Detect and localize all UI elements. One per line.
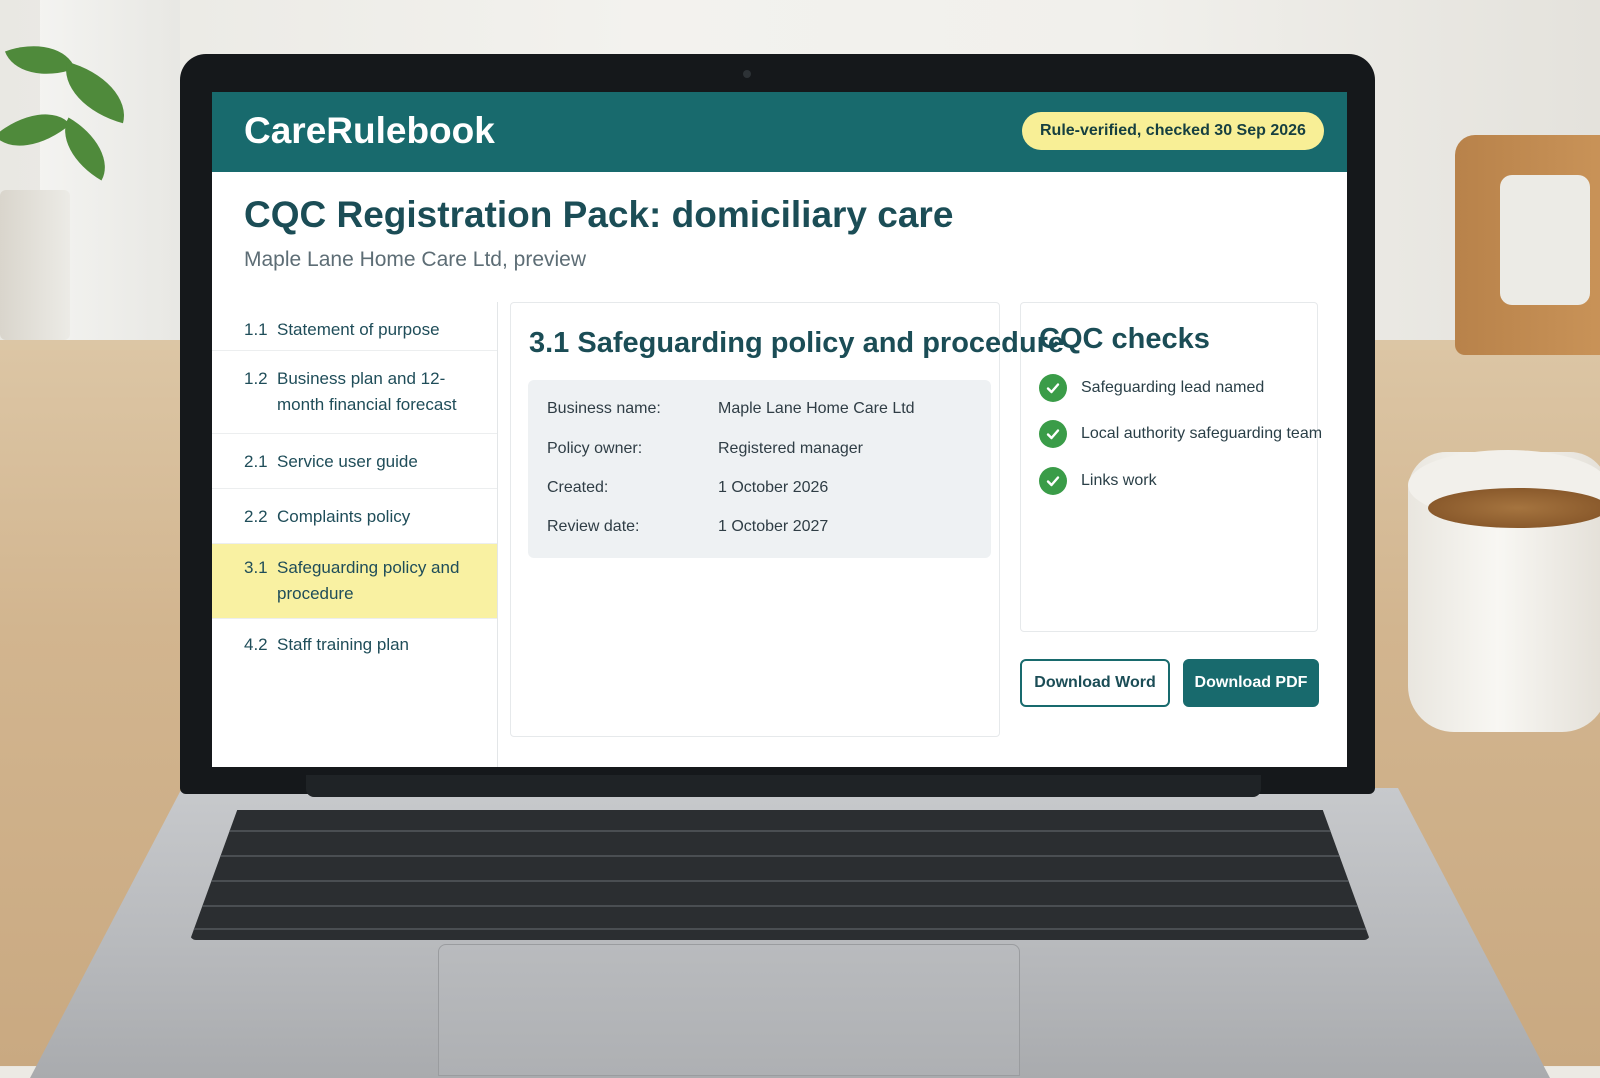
- toc-item-business-plan[interactable]: 1.2 Business plan and 12-month financial…: [212, 351, 497, 434]
- toc-item-safeguarding-policy[interactable]: 3.1 Safeguarding policy and procedure: [212, 544, 497, 619]
- check-item-label: Links work: [1081, 472, 1157, 489]
- policy-details: Business name: Maple Lane Home Care Ltd …: [528, 380, 991, 558]
- toc-item-label: Business plan and 12-month financial for…: [277, 369, 457, 414]
- toc-item-label: Safeguarding policy and procedure: [277, 558, 460, 603]
- section-panel: 3.1 Safeguarding policy and procedure Bu…: [510, 302, 1064, 737]
- laptop-keyboard: [190, 810, 1370, 940]
- check-item: Safeguarding lead named: [1039, 374, 1264, 402]
- page-title: CQC Registration Pack: domiciliary care: [244, 194, 954, 235]
- toc-item-number: 1.2: [244, 369, 268, 388]
- app-screen: CareRulebook Rule-verified, checked 30 S…: [212, 92, 1347, 767]
- verified-badge: Rule-verified, checked 30 Sep 2026: [1022, 112, 1324, 150]
- checks-title: CQC checks: [1039, 323, 1210, 355]
- check-item-label: Local authority safeguarding team: [1081, 425, 1323, 442]
- download-word-button[interactable]: Download Word: [1020, 659, 1170, 707]
- plant-pot: [0, 190, 70, 340]
- toc-item-statement-of-purpose[interactable]: 1.1 Statement of purpose: [212, 302, 497, 351]
- toc-item-number: 2.1: [244, 452, 268, 471]
- check-circle-icon: [1039, 467, 1067, 495]
- chair-backrest-gap: [1500, 175, 1590, 305]
- coffee: [1428, 488, 1600, 528]
- laptop-hinge: [306, 775, 1261, 797]
- check-item: Links work: [1039, 467, 1157, 495]
- detail-value: Maple Lane Home Care Ltd: [718, 400, 915, 417]
- detail-value: 1 October 2026: [718, 479, 829, 496]
- toc-item-number: 2.2: [244, 507, 268, 526]
- toc-item-label: Complaints policy: [277, 507, 411, 526]
- app-header: CareRulebook Rule-verified, checked 30 S…: [212, 92, 1347, 172]
- toc-item-label: Service user guide: [277, 452, 418, 471]
- toc-item-staff-training-plan[interactable]: 4.2 Staff training plan: [212, 619, 497, 674]
- toc-item-label: Statement of purpose: [277, 320, 440, 339]
- toc-item-number: 1.1: [244, 320, 268, 339]
- laptop-trackpad: [438, 944, 1020, 1076]
- check-circle-icon: [1039, 420, 1067, 448]
- detail-label: Policy owner:: [547, 440, 643, 457]
- toc-item-label: Staff training plan: [277, 635, 409, 654]
- detail-value: 1 October 2027: [718, 518, 829, 535]
- toc-item-number: 4.2: [244, 635, 268, 654]
- brand-logo[interactable]: CareRulebook: [244, 110, 495, 152]
- detail-label: Created:: [547, 479, 609, 496]
- detail-value: Registered manager: [718, 440, 863, 457]
- download-pdf-button[interactable]: Download PDF: [1183, 659, 1319, 707]
- webcam-icon: [743, 70, 751, 78]
- detail-label: Review date:: [547, 518, 640, 535]
- toc-item-service-user-guide[interactable]: 2.1 Service user guide: [212, 434, 497, 489]
- page-subtitle: Maple Lane Home Care Ltd, preview: [244, 248, 587, 271]
- detail-label: Business name:: [547, 400, 661, 417]
- cqc-checks-panel: CQC checks Safeguarding lead named Local…: [1020, 302, 1322, 632]
- section-title: 3.1 Safeguarding policy and procedure: [529, 327, 1065, 359]
- check-item: Local authority safeguarding team: [1039, 420, 1322, 448]
- toc-item-complaints-policy[interactable]: 2.2 Complaints policy: [212, 489, 497, 544]
- check-item-label: Safeguarding lead named: [1081, 379, 1265, 396]
- toc-item-number: 3.1: [244, 558, 268, 577]
- check-circle-icon: [1039, 374, 1067, 402]
- toc-sidebar: 1.1 Statement of purpose 1.2 Business pl…: [212, 302, 498, 767]
